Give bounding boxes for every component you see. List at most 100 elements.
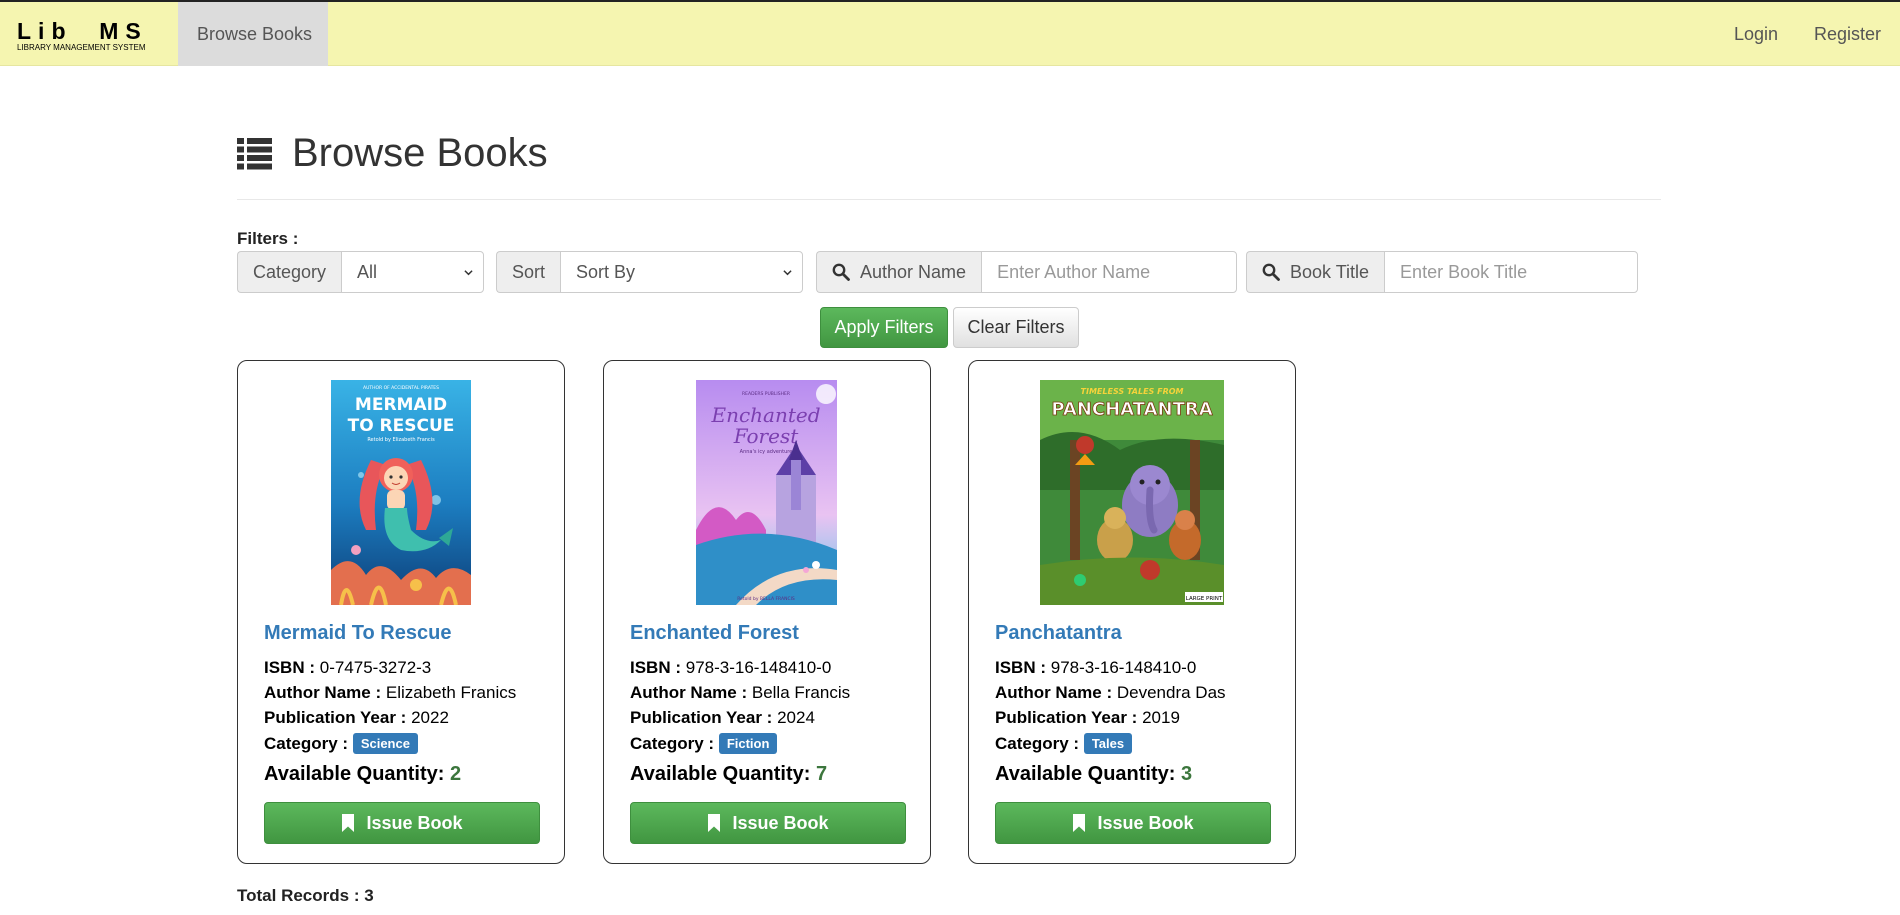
author-row: Author Name : Elizabeth Franics [264,683,516,703]
book-cover-image: AUTHOR OF ACCIDENTAL PIRATES MERMAID TO … [331,380,471,605]
sort-filter: Sort Sort By [496,251,804,293]
year-row: Publication Year : 2024 [630,708,815,728]
category-select[interactable]: All [341,251,485,293]
year-label: Publication Year : [630,708,773,727]
book-card: AUTHOR OF ACCIDENTAL PIRATES MERMAID TO … [237,360,565,864]
brand-subtitle: LIBRARY MANAGEMENT SYSTEM [17,43,146,52]
title-addon-label: Book Title [1290,261,1370,282]
year-row: Publication Year : 2022 [264,708,449,728]
svg-text:AUTHOR OF ACCIDENTAL PIRATES: AUTHOR OF ACCIDENTAL PIRATES [363,385,439,391]
brand-logo[interactable]: Lib MS LIBRARY MANAGEMENT SYSTEM [17,20,148,53]
author-label: Author Name : [264,683,382,702]
author-name-input[interactable]: Enter Author Name [981,251,1238,293]
svg-text:READERS PUBLISHER: READERS PUBLISHER [742,391,790,397]
svg-text:LARGE PRINT: LARGE PRINT [1186,596,1223,602]
isbn-row: ISBN : 0-7475-3272-3 [264,658,431,678]
clear-filters-button[interactable]: Clear Filters [953,307,1079,348]
issue-book-button[interactable]: Issue Book [630,802,906,844]
author-value: Bella Francis [751,683,851,702]
author-addon: Author Name [816,251,982,293]
author-value: Elizabeth Franics [385,683,517,702]
isbn-value: 0-7475-3272-3 [319,658,432,677]
year-value: 2024 [777,708,815,727]
issue-book-button[interactable]: Issue Book [264,802,540,844]
isbn-row: ISBN : 978-3-16-148410-0 [995,658,1196,678]
sort-select-value: Sort By [576,261,636,282]
book-title-link[interactable]: Mermaid To Rescue [264,622,451,645]
book-card: READERS PUBLISHER Enchanted Forest Anna'… [603,360,931,864]
book-title-input[interactable]: Enter Book Title [1384,251,1639,293]
category-label: Category : [995,734,1080,753]
category-badge: Fiction [718,733,778,754]
chevron-down-icon [783,270,792,276]
author-value: Devendra Das [1116,683,1226,702]
quantity-row: Available Quantity: 3 [995,763,1192,786]
book-title-link[interactable]: Panchatantra [995,622,1122,645]
svg-text:Retold by Elizabeth Francis: Retold by Elizabeth Francis [367,437,435,443]
book-card: TIMELESS TALES FROM PANCHATANTRA LARGE P… [968,360,1296,864]
category-label: Category : [630,734,715,753]
issue-book-label: Issue Book [1097,812,1194,833]
title-addon: Book Title [1246,251,1385,293]
header-divider [237,199,1661,200]
year-label: Publication Year : [995,708,1138,727]
apply-filters-button[interactable]: Apply Filters [820,307,948,348]
isbn-value: 978-3-16-148410-0 [1050,658,1197,677]
category-label: Category : [264,734,349,753]
svg-text:Forest: Forest [733,424,799,448]
category-row: Category : Fiction [630,733,778,754]
author-label: Author Name : [630,683,748,702]
isbn-row: ISBN : 978-3-16-148410-0 [630,658,831,678]
nav-browse-books[interactable]: Browse Books [197,2,312,66]
year-value: 2022 [411,708,449,727]
author-row: Author Name : Devendra Das [995,683,1226,703]
search-icon [832,263,850,281]
quantity-row: Available Quantity: 7 [630,763,827,786]
bookmark-icon [342,814,355,832]
isbn-label: ISBN : [264,658,315,677]
category-row: Category : Tales [995,733,1133,754]
bookmark-icon [708,814,721,832]
isbn-label: ISBN : [630,658,681,677]
title-filter: Book Title Enter Book Title [1246,251,1639,293]
sort-addon: Sort [496,251,561,293]
quantity-label: Available Quantity: [630,763,811,785]
quantity-value: 2 [449,763,462,785]
category-select-value: All [357,261,378,282]
quantity-label: Available Quantity: [264,763,445,785]
category-addon: Category [237,251,342,293]
svg-text:TIMELESS TALES FROM: TIMELESS TALES FROM [1081,387,1184,396]
quantity-value: 7 [815,763,828,785]
year-value: 2019 [1142,708,1180,727]
isbn-label: ISBN : [995,658,1046,677]
bookmark-icon [1073,814,1086,832]
issue-book-label: Issue Book [366,812,463,833]
quantity-label: Available Quantity: [995,763,1176,785]
category-row: Category : Science [264,733,418,754]
list-icon [237,138,272,170]
issue-book-button[interactable]: Issue Book [995,802,1271,844]
author-addon-label: Author Name [860,261,967,282]
book-cover-image: READERS PUBLISHER Enchanted Forest Anna'… [696,380,837,605]
category-badge: Science [352,733,418,754]
author-filter: Author Name Enter Author Name [816,251,1238,293]
quantity-value: 3 [1180,763,1193,785]
year-row: Publication Year : 2019 [995,708,1180,728]
quantity-row: Available Quantity: 2 [264,763,461,786]
filters-label: Filters : [237,229,299,248]
book-title-link[interactable]: Enchanted Forest [630,622,799,645]
isbn-value: 978-3-16-148410-0 [685,658,832,677]
nav-login[interactable]: Login [1734,2,1778,66]
category-badge: Tales [1083,733,1133,754]
chevron-down-icon [464,270,473,276]
nav-register[interactable]: Register [1814,2,1881,66]
issue-book-label: Issue Book [732,812,829,833]
svg-text:MERMAID: MERMAID [355,395,447,415]
top-navbar: Lib MS LIBRARY MANAGEMENT SYSTEM Browse … [0,0,1900,66]
year-label: Publication Year : [264,708,407,727]
page-title: Browse Books [292,131,548,175]
svg-text:PANCHATANTRA: PANCHATANTRA [1051,399,1212,420]
sort-select[interactable]: Sort By [560,251,804,293]
author-row: Author Name : Bella Francis [630,683,850,703]
svg-text:Anna's icy adventure: Anna's icy adventure [740,449,793,455]
